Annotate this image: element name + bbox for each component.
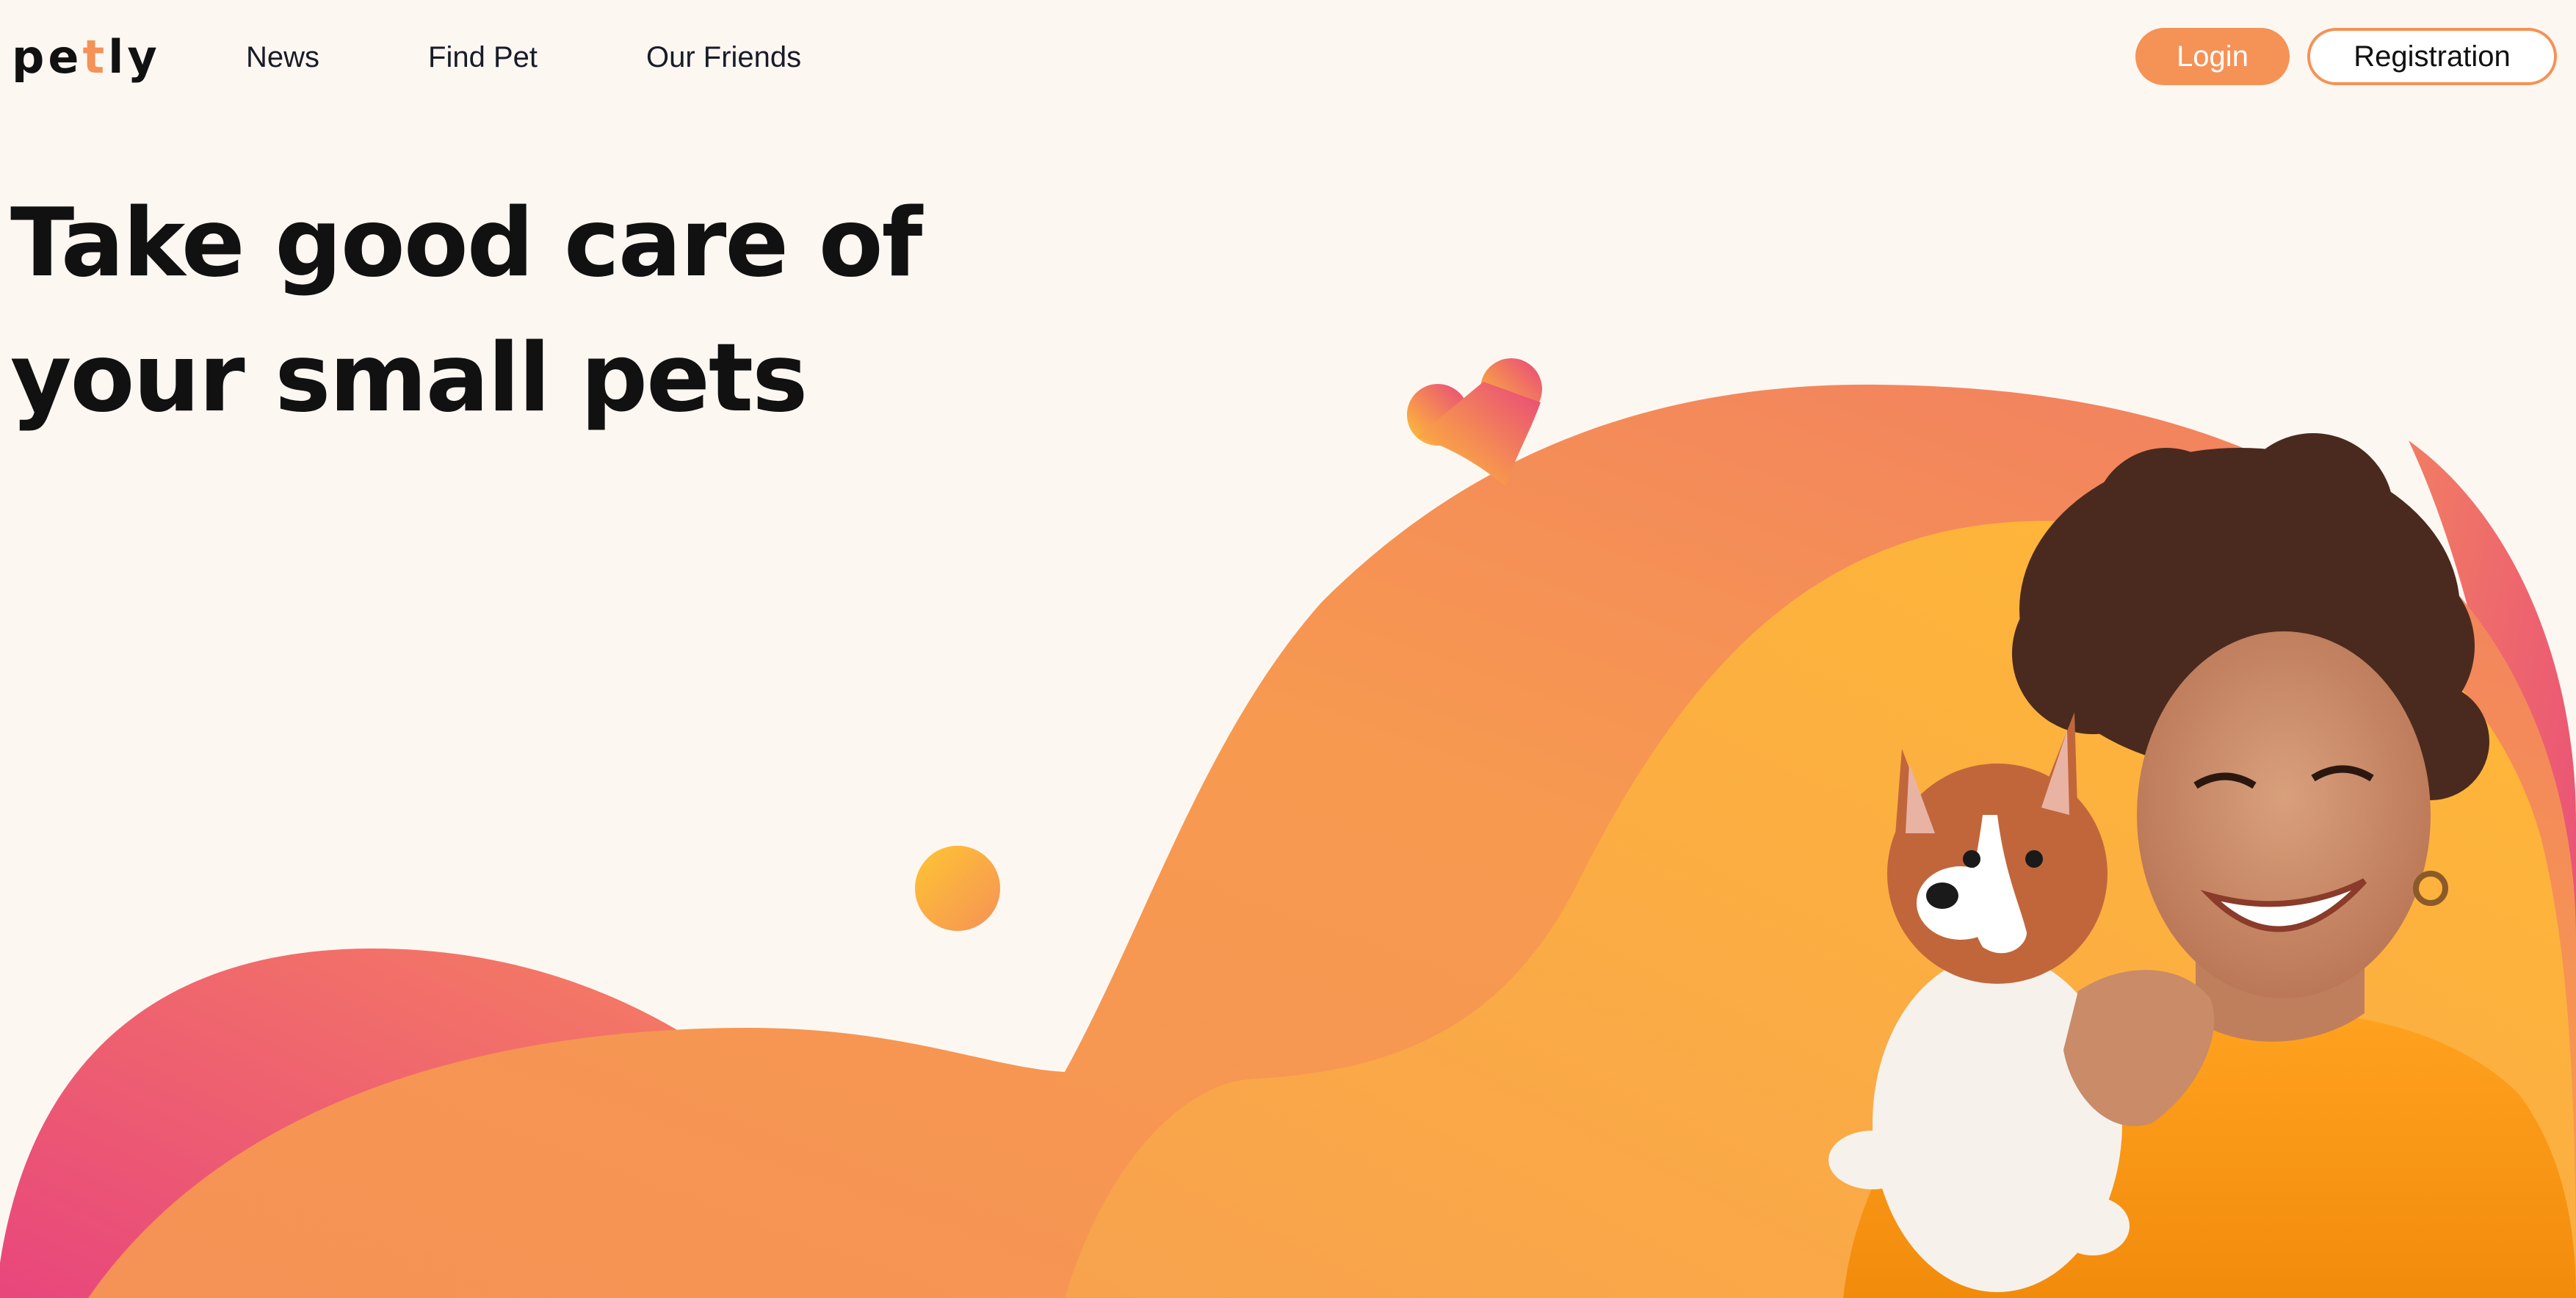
logo-letter: y [127,30,161,84]
hero-title: Take good care of your small pets [10,176,1038,446]
logo-letter-accent: t [82,30,109,84]
nav-link-news[interactable]: News [246,35,319,79]
auth-buttons: Login Registration [2135,28,2557,85]
registration-button[interactable]: Registration [2307,28,2557,85]
logo-letter: p [12,30,48,84]
dot-decoration [915,846,1000,931]
hero-title-line: Take good care of [10,189,922,298]
site-header: p e t l y News Find Pet Our Friends Logi… [0,0,2576,117]
nav-link-find-pet[interactable]: Find Pet [428,35,538,79]
logo-letter: l [108,30,128,84]
hero-photo [1828,433,2576,1298]
main-nav: News Find Pet Our Friends [246,35,910,79]
face [2137,631,2431,998]
hero-title-line: your small pets [10,324,808,433]
nav-link-our-friends[interactable]: Our Friends [646,35,801,79]
logo[interactable]: p e t l y [12,21,161,94]
logo-letter: e [48,30,83,84]
login-button[interactable]: Login [2135,28,2290,85]
